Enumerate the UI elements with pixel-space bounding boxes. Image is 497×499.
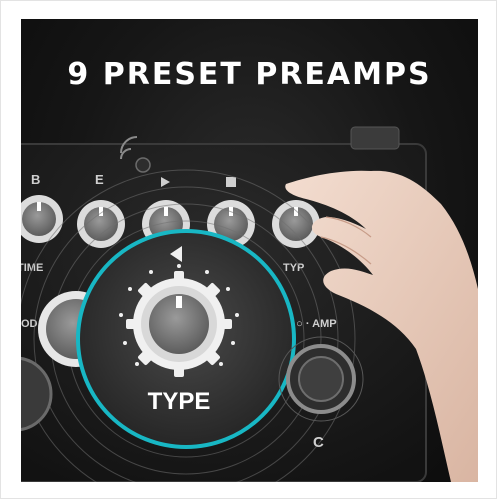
label-e: E bbox=[95, 172, 104, 187]
product-image-card: B E TIME TYP OD E · ○ · AMP bbox=[0, 0, 497, 499]
type-label-large: TYPE bbox=[148, 388, 211, 415]
footswitch-c[interactable] bbox=[278, 336, 364, 422]
type-knob-large[interactable] bbox=[126, 271, 232, 377]
headline: 9 PRESET PREAMPS bbox=[67, 57, 432, 92]
input-jack bbox=[350, 126, 400, 150]
label-footswitch-c: C bbox=[313, 434, 324, 451]
label-b: B bbox=[31, 172, 40, 187]
product-photo: B E TIME TYP OD E · ○ · AMP bbox=[21, 19, 478, 482]
status-led bbox=[135, 157, 151, 173]
stop-icon bbox=[226, 177, 236, 187]
knob-e[interactable] bbox=[77, 200, 125, 248]
